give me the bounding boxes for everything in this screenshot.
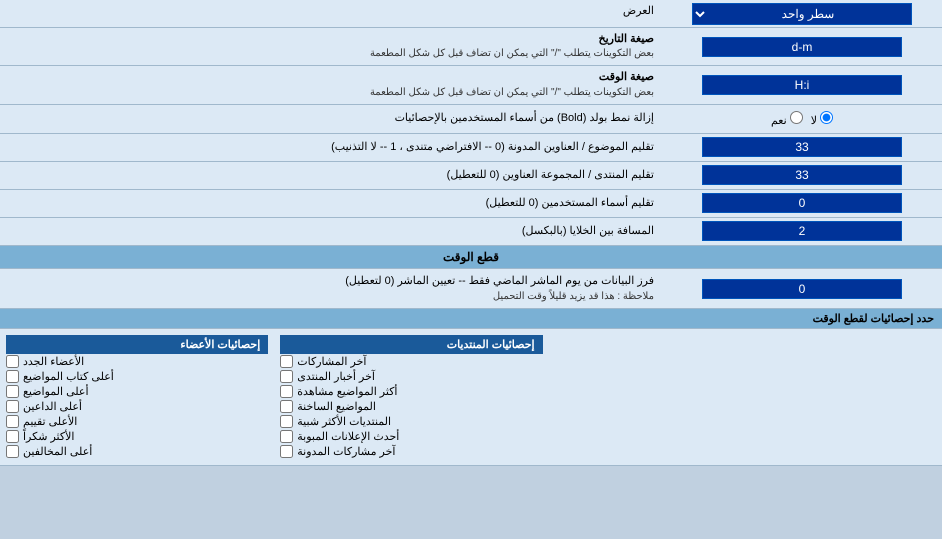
col-members: إحصائيات الأعضاء الأعضاء الجدد أعلى كتاب…: [0, 333, 274, 461]
stats-limit-label: حدد إحصائيات لقطع الوقت: [0, 309, 942, 329]
cb-latest-classifieds[interactable]: [280, 430, 293, 443]
display-label: العرض: [0, 0, 662, 27]
topic-order-label: تقليم الموضوع / العناوين المدونة (0 -- ا…: [0, 136, 662, 159]
cb-forum-news[interactable]: [280, 370, 293, 383]
cell-spacing-input[interactable]: [702, 221, 902, 241]
checkbox-section: إحصائيات الأعضاء الأعضاء الجدد أعلى كتاب…: [0, 329, 942, 466]
cell-spacing-label: المسافة بين الخلايا (بالبكسل): [0, 220, 662, 243]
username-trim-label: تقليم أسماء المستخدمين (0 للتعطيل): [0, 192, 662, 215]
cb-hot-topics[interactable]: [280, 400, 293, 413]
date-format-label: صيغة التاريخ بعض التكوينات يتطلب "/" الت…: [0, 28, 662, 65]
cb-label: الأعلى تقييم: [23, 415, 77, 428]
cb-label: آخر أخبار المنتدى: [297, 370, 375, 383]
topic-order-input[interactable]: [702, 137, 902, 157]
cutoff-section-header: قطع الوقت: [0, 246, 942, 269]
cb-label: أعلى الداعين: [23, 400, 82, 413]
cb-label: آخر مشاركات المدونة: [297, 445, 395, 458]
time-format-label: صيغة الوقت بعض التكوينات يتطلب "/" التي …: [0, 66, 662, 103]
checkbox-grid: إحصائيات الأعضاء الأعضاء الجدد أعلى كتاب…: [0, 333, 942, 461]
cutoff-filter-label: فرز البيانات من يوم الماشر الماضي فقط --…: [0, 269, 662, 309]
cb-label: المنتديات الأكثر شبية: [297, 415, 391, 428]
date-format-input-area: [662, 35, 942, 59]
cb-top-inviters[interactable]: [6, 400, 19, 413]
cb-blog-posts[interactable]: [280, 445, 293, 458]
cb-label: أعلى المخالفين: [23, 445, 92, 458]
time-format-input-area: [662, 73, 942, 97]
checkbox-item: أعلى الداعين: [6, 399, 268, 414]
cb-label: آخر المشاركات: [297, 355, 366, 368]
forum-order-label: تقليم المنتدى / المجموعة العناوين (0 للت…: [0, 164, 662, 187]
cb-last-posts[interactable]: [280, 355, 293, 368]
forum-order-input-area: [662, 163, 942, 187]
radio-no-label: لا: [811, 111, 833, 127]
checkbox-item: أعلى المواضيع: [6, 384, 268, 399]
cutoff-filter-input[interactable]: [702, 279, 902, 299]
cb-label: الأعضاء الجدد: [23, 355, 84, 368]
cb-top-violators[interactable]: [6, 445, 19, 458]
checkbox-item: آخر مشاركات المدونة: [280, 444, 542, 459]
cutoff-filter-input-area: [662, 277, 942, 301]
checkbox-item: آخر المشاركات: [280, 354, 542, 369]
radio-yes-label: نعم: [771, 111, 803, 127]
radio-no[interactable]: [820, 111, 833, 124]
col-members-header: إحصائيات الأعضاء: [6, 335, 268, 354]
bold-remove-label: إزالة نمط بولد (Bold) من أسماء المستخدمي…: [0, 107, 662, 130]
checkbox-item: آخر أخبار المنتدى: [280, 369, 542, 384]
stats-spacer: [549, 333, 942, 461]
cb-label: أكثر المواضيع مشاهدة: [297, 385, 397, 398]
topic-order-input-area: [662, 135, 942, 159]
bold-remove-radio-area: نعم لا: [662, 105, 942, 133]
date-format-input[interactable]: [702, 37, 902, 57]
radio-yes[interactable]: [790, 111, 803, 124]
cb-most-similar[interactable]: [280, 415, 293, 428]
cb-label: أحدث الإعلانات المبوبة: [297, 430, 399, 443]
cb-label: أعلى المواضيع: [23, 385, 89, 398]
cb-top-rated[interactable]: [6, 415, 19, 428]
cb-most-viewed[interactable]: [280, 385, 293, 398]
time-format-input[interactable]: [702, 75, 902, 95]
checkbox-item: المنتديات الأكثر شبية: [280, 414, 542, 429]
checkbox-item: الأعضاء الجدد: [6, 354, 268, 369]
checkbox-item: الأكثر شكراً: [6, 429, 268, 444]
checkbox-item: أعلى المخالفين: [6, 444, 268, 459]
checkbox-item: المواضيع الساخنة: [280, 399, 542, 414]
forum-order-input[interactable]: [702, 165, 902, 185]
checkbox-item: أكثر المواضيع مشاهدة: [280, 384, 542, 399]
checkbox-item: الأعلى تقييم: [6, 414, 268, 429]
checkbox-item: أعلى كتاب المواضيع: [6, 369, 268, 384]
cb-new-members[interactable]: [6, 355, 19, 368]
username-trim-input[interactable]: [702, 193, 902, 213]
cb-most-thanked[interactable]: [6, 430, 19, 443]
cb-top-posters[interactable]: [6, 385, 19, 398]
cb-label: الأكثر شكراً: [23, 430, 74, 443]
cb-top-writers[interactable]: [6, 370, 19, 383]
username-trim-input-area: [662, 191, 942, 215]
cell-spacing-input-area: [662, 219, 942, 243]
display-select-area: سطر واحد: [662, 0, 942, 27]
cb-label: أعلى كتاب المواضيع: [23, 370, 114, 383]
cb-label: المواضيع الساخنة: [297, 400, 376, 413]
checkbox-item: أحدث الإعلانات المبوبة: [280, 429, 542, 444]
col-forums: إحصائيات المنتديات آخر المشاركات آخر أخب…: [274, 333, 548, 461]
display-select[interactable]: سطر واحد: [692, 3, 912, 25]
col-forums-header: إحصائيات المنتديات: [280, 335, 542, 354]
